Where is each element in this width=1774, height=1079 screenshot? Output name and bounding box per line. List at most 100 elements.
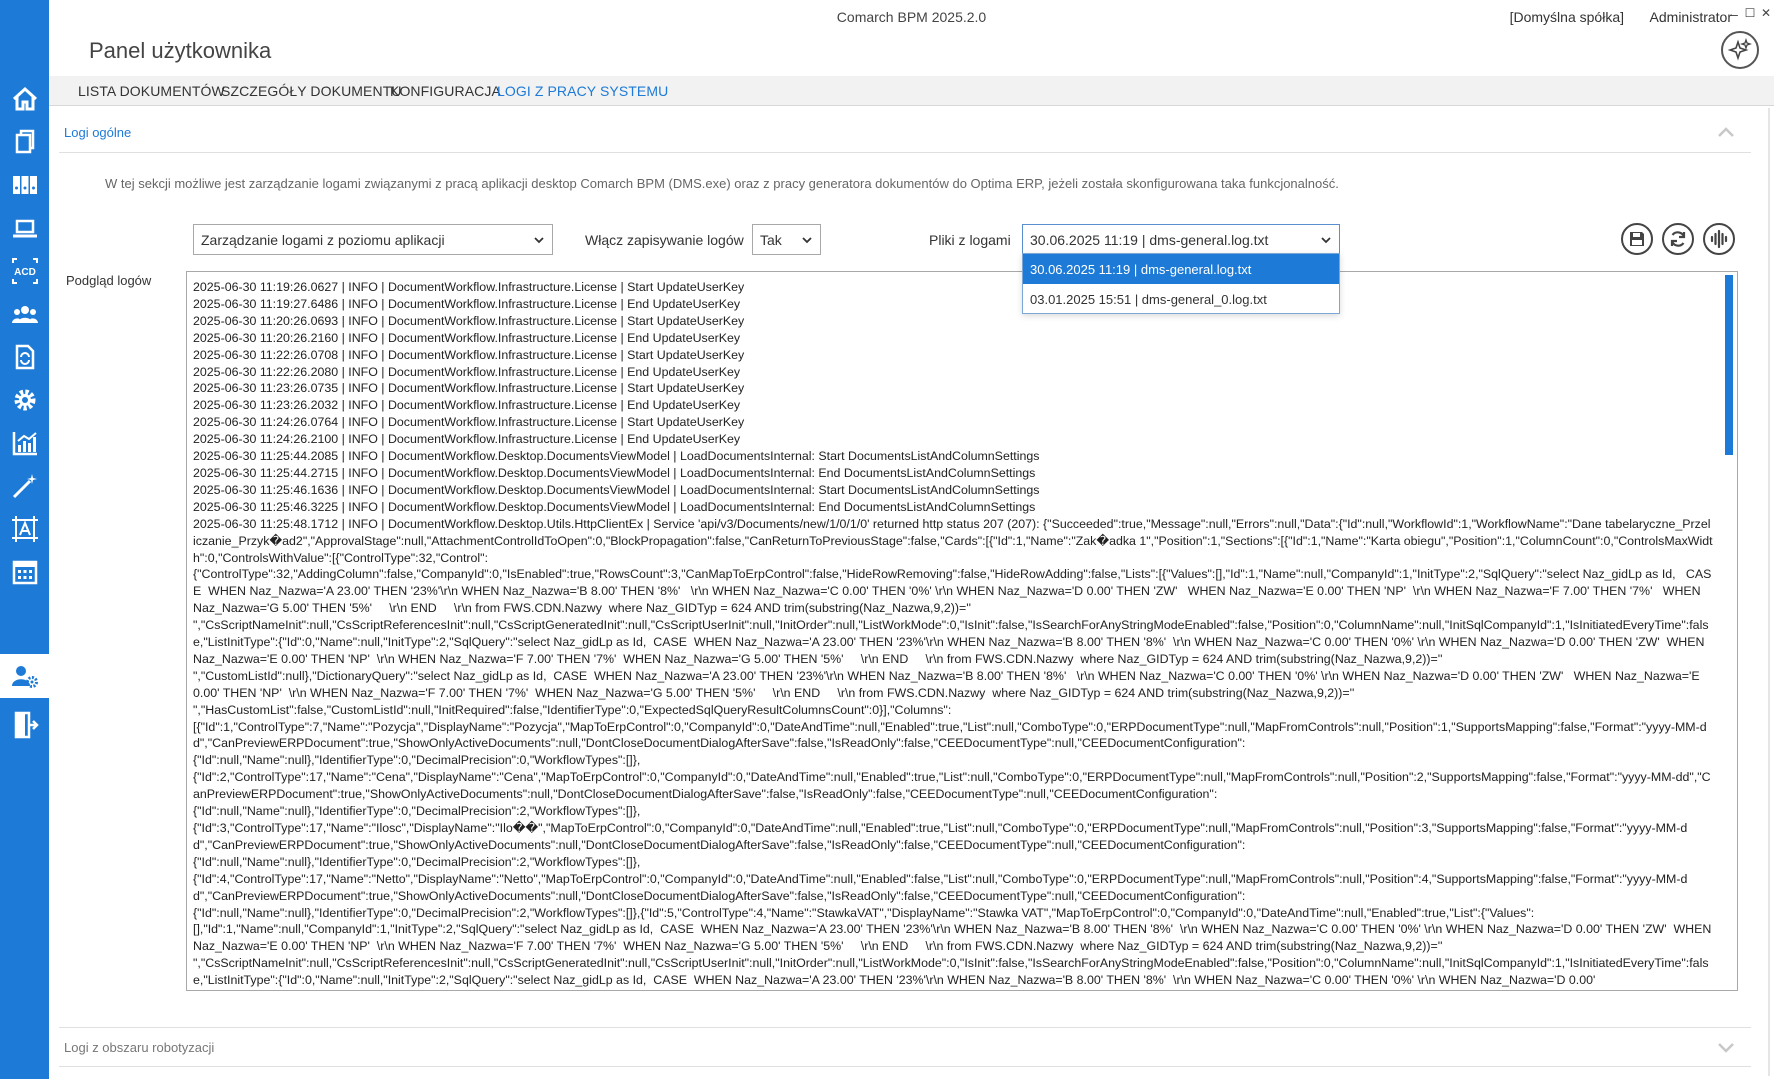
rail-binders[interactable] [0, 163, 49, 207]
magic-wand-icon [12, 474, 37, 499]
log-line: 2025-06-30 11:25:44.2085 | INFO | Docume… [193, 449, 1040, 464]
general-logs-title: Logi ogólne [64, 125, 132, 140]
users-icon [11, 306, 38, 323]
left-navigation-rail: ACD [0, 0, 49, 1079]
log-mode-value: Zarządzanie logami z poziomu aplikacji [201, 232, 445, 248]
log-file-option[interactable]: 30.06.2025 11:19 | dms-general.log.txt [1023, 254, 1339, 284]
log-line: {"Id":null,"Name":null},"IdentifierType"… [193, 753, 641, 768]
refresh-icon [1670, 231, 1686, 247]
app-window: ACD Comarch BPM 2025.2.0 [Domyślna spółk… [0, 0, 1774, 1079]
log-line: 2025-06-30 11:24:26.2100 | INFO | Docume… [193, 432, 741, 447]
log-line: [],"Id":1,"Name":null,"CompanyId":1,"Ini… [193, 922, 1715, 954]
log-files-label: Pliki z logami [929, 232, 1011, 248]
chart-icon [12, 432, 37, 456]
rail-reports[interactable] [0, 421, 49, 465]
log-files-dropdown-list: 30.06.2025 11:19 | dms-general.log.txt 0… [1022, 253, 1340, 314]
log-line: ","CsScriptNameInit":null,"CsScriptRefer… [193, 618, 1709, 666]
audio-wave-icon [1710, 229, 1728, 249]
rail-text-frame[interactable] [0, 507, 49, 551]
analyze-logs-button[interactable] [1703, 223, 1735, 255]
log-line: 2025-06-30 11:24:26.0764 | INFO | Docume… [193, 415, 745, 430]
refresh-logs-button[interactable] [1662, 223, 1694, 255]
log-line: 2025-06-30 11:25:46.1636 | INFO | Docume… [193, 482, 1040, 497]
chevron-down-icon [1321, 237, 1331, 244]
gear-icon [14, 389, 35, 411]
enable-logging-value: Tak [760, 232, 782, 248]
chevron-up-icon[interactable] [1717, 125, 1735, 139]
ai-assistant-button[interactable] [1721, 31, 1759, 69]
log-files-select[interactable]: 30.06.2025 11:19 | dms-general.log.txt [1022, 224, 1340, 255]
log-line: ","HasCustomList":false,"CustomListId":n… [193, 702, 952, 717]
log-line: 2025-06-30 11:23:26.0735 | INFO | Docume… [193, 381, 745, 396]
rail-laptop[interactable] [0, 206, 49, 250]
rail-document-sync[interactable] [0, 335, 49, 379]
home-icon [12, 86, 37, 111]
log-mode-select[interactable]: Zarządzanie logami z poziomu aplikacji [193, 224, 553, 255]
rail-calendar[interactable] [0, 550, 49, 594]
user-name[interactable]: Administrator [1650, 9, 1732, 25]
acd-icon: ACD [11, 258, 38, 284]
text-frame-icon [11, 516, 38, 542]
log-scrollbar[interactable] [1725, 275, 1733, 455]
title-bar: Comarch BPM 2025.2.0 [Domyślna spółka] A… [49, 0, 1774, 34]
save-icon [1630, 232, 1644, 246]
documents-icon [15, 129, 34, 154]
rail-logout[interactable] [0, 703, 49, 747]
log-preview-label: Podgląd logów [66, 273, 152, 288]
chevron-down-icon [802, 237, 812, 244]
general-logs-header[interactable]: Logi ogólne [59, 113, 1751, 153]
log-line: {"Id":null,"Name":null},"IdentifierType"… [193, 905, 1535, 920]
company-selector[interactable]: [Domyślna spółka] [1510, 9, 1624, 25]
log-line: {"Id":2,"ControlType":17,"Name":"Cena","… [193, 770, 1711, 802]
tab-document-details[interactable]: SZCZEGÓŁY DOKUMENTU [221, 83, 402, 99]
log-lines: 2025-06-30 11:19:26.0627 | INFO | Docume… [193, 279, 1713, 989]
log-line: 2025-06-30 11:20:26.2160 | INFO | Docume… [193, 330, 741, 345]
log-line: 2025-06-30 11:22:26.0708 | INFO | Docume… [193, 347, 745, 362]
rail-user-settings[interactable] [0, 654, 49, 698]
log-line: {"Id":4,"ControlType":17,"Name":"Netto",… [193, 871, 1688, 903]
log-files-value: 30.06.2025 11:19 | dms-general.log.txt [1030, 232, 1269, 248]
rail-home[interactable] [0, 77, 49, 121]
maximize-button[interactable]: ☐ [1742, 6, 1758, 26]
document-sync-icon [15, 344, 34, 370]
rail-users[interactable] [0, 292, 49, 336]
tab-bar: LISTA DOKUMENTÓW SZCZEGÓŁY DOKUMENTU KON… [49, 76, 1774, 106]
robot-logs-title: Logi z obszaru robotyzacji [64, 1040, 215, 1055]
save-logs-button[interactable] [1621, 223, 1653, 255]
log-line: 2025-06-30 11:20:26.0693 | INFO | Docume… [193, 313, 745, 328]
chevron-down-icon [534, 237, 544, 244]
binders-icon [12, 176, 37, 194]
log-line: ","CsScriptNameInit":null,"CsScriptRefer… [193, 956, 1709, 988]
laptop-icon [12, 219, 37, 238]
rail-acd[interactable]: ACD [0, 249, 49, 293]
minimize-button[interactable]: – [1726, 6, 1742, 26]
log-line: 2025-06-30 11:25:44.2715 | INFO | Docume… [193, 465, 1036, 480]
page-title: Panel użytkownika [89, 38, 272, 63]
enable-logging-select[interactable]: Tak [752, 224, 821, 255]
log-line: 2025-06-30 11:22:26.2080 | INFO | Docume… [193, 364, 741, 379]
chevron-down-icon[interactable] [1717, 1040, 1735, 1054]
enable-logging-label: Włącz zapisywanie logów [585, 232, 744, 248]
page-scrollbar[interactable] [1768, 108, 1770, 1076]
log-line: {"Id":3,"ControlType":17,"Name":"Ilosc",… [193, 821, 1688, 852]
rail-documents[interactable] [0, 120, 49, 164]
close-button[interactable]: ✕ [1758, 6, 1774, 26]
rail-wizard[interactable] [0, 464, 49, 508]
robot-logs-header[interactable]: Logi z obszaru robotyzacji [59, 1027, 1751, 1067]
log-line: 2025-06-30 11:19:27.6486 | INFO | Docume… [193, 296, 741, 311]
log-line: 2025-06-30 11:19:26.0627 | INFO | Docume… [193, 280, 745, 294]
sparkles-icon [1728, 38, 1752, 61]
log-line: {"ControlType":32,"AddingColumn":false,"… [193, 567, 1712, 616]
calendar-icon [12, 560, 37, 585]
log-line: 2025-06-30 11:23:26.2032 | INFO | Docume… [193, 398, 741, 413]
section-description: W tej sekcji możliwe jest zarządzanie lo… [105, 176, 1339, 191]
log-preview-textarea[interactable]: 2025-06-30 11:19:26.0627 | INFO | Docume… [186, 271, 1738, 991]
log-file-option[interactable]: 03.01.2025 15:51 | dms-general_0.log.txt [1023, 284, 1339, 314]
log-line: 2025-06-30 11:25:46.3225 | INFO | Docume… [193, 499, 1036, 514]
tab-configuration[interactable]: KONFIGURACJA [390, 83, 501, 99]
rail-settings[interactable] [0, 378, 49, 422]
tab-document-list[interactable]: LISTA DOKUMENTÓW [78, 83, 225, 99]
logout-icon [14, 711, 39, 739]
tab-system-logs[interactable]: LOGI Z PRACY SYSTEMU [497, 83, 668, 99]
user-settings-icon [11, 666, 38, 688]
